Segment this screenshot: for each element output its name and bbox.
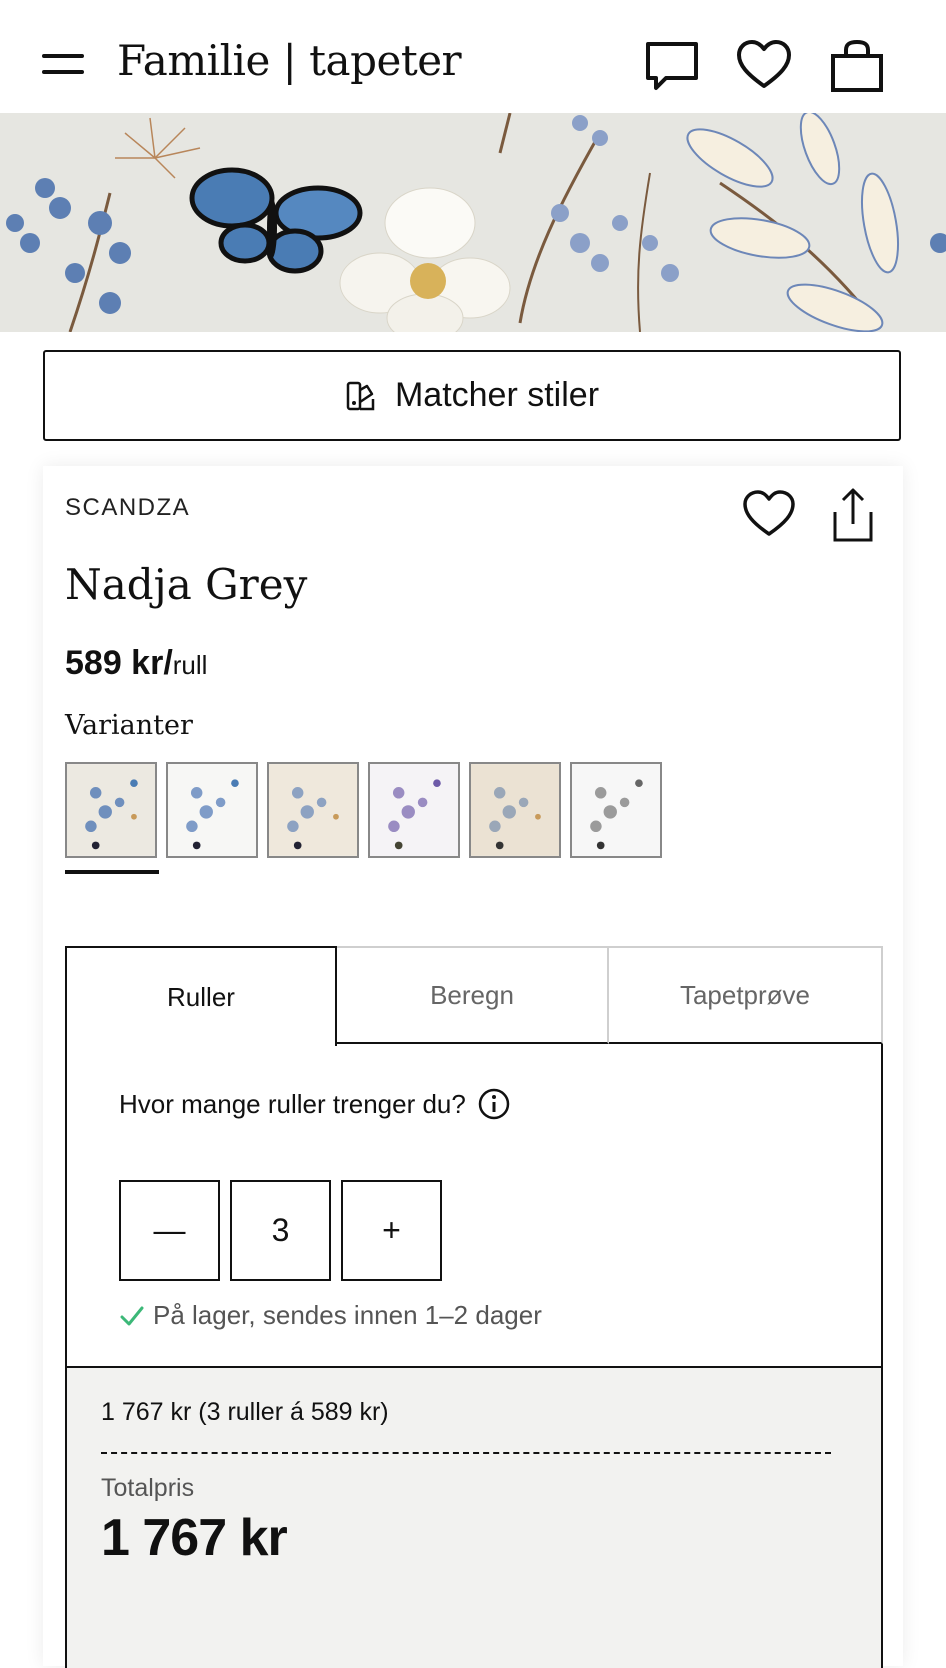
tab-ruller[interactable]: Ruller [65,946,337,1046]
price-summary: 1 767 kr (3 ruller á 589 kr) Totalpris 1… [65,1368,883,1668]
info-icon[interactable] [478,1088,510,1120]
increase-button[interactable]: + [341,1180,442,1281]
rolls-tab-panel: Hvor mange ruller trenger du? — 3 + På l… [65,1044,883,1368]
stock-status-text: På lager, sendes innen 1–2 dager [153,1300,542,1330]
brand-name: SCANDZA [65,494,191,521]
checkmark-icon [120,1306,144,1325]
quantity-field[interactable]: 3 [230,1180,331,1281]
variant-swatch[interactable] [267,762,359,858]
stock-status: På lager, sendes innen 1–2 dager [119,1300,542,1331]
tab-beregn[interactable]: Beregn [337,946,609,1044]
variant-swatch[interactable] [570,762,662,858]
share-icon[interactable] [829,486,877,544]
match-styles-label: Matcher stiler [394,376,600,414]
variants-title: Varianter [65,710,193,741]
rolls-question-text: Hvor mange ruller trenger du? [119,1088,466,1119]
palette-swatch-icon [346,381,375,410]
price-unit: rull [172,650,208,680]
bag-icon[interactable] [828,38,886,94]
purchase-tabs: Ruller Beregn Tapetprøve [65,946,883,1046]
favorite-heart-icon[interactable] [741,488,797,540]
product-price: 589 kr/rull [65,644,207,683]
match-styles-button[interactable]: Matcher stiler [43,350,901,441]
quantity-stepper: — 3 + [119,1180,442,1281]
decrease-button[interactable]: — [119,1180,220,1281]
chat-icon[interactable] [644,38,702,94]
total-price: 1 767 kr [101,1509,288,1567]
site-logo[interactable]: Familie | tapeter [117,36,462,85]
variant-swatch[interactable] [166,762,258,858]
price-calculation: 1 767 kr (3 ruller á 589 kr) [101,1398,389,1426]
variant-swatch[interactable] [65,762,157,858]
variant-swatches [65,762,662,858]
price-amount: 589 kr/ [65,644,173,682]
heart-icon[interactable] [735,38,793,94]
selected-variant-indicator [65,870,159,874]
total-label: Totalpris [101,1474,195,1502]
summary-divider [101,1452,831,1454]
variant-swatch[interactable] [469,762,561,858]
menu-icon[interactable] [42,50,86,78]
rolls-question: Hvor mange ruller trenger du? [119,1088,510,1120]
product-name: Nadja Grey [65,560,308,609]
variant-swatch[interactable] [368,762,460,858]
site-header: Familie | tapeter [0,0,946,113]
product-card: SCANDZA Nadja Grey 589 kr/rull Varianter… [43,466,903,1668]
product-banner-image [0,113,946,332]
tab-tapetprove[interactable]: Tapetprøve [609,946,883,1044]
